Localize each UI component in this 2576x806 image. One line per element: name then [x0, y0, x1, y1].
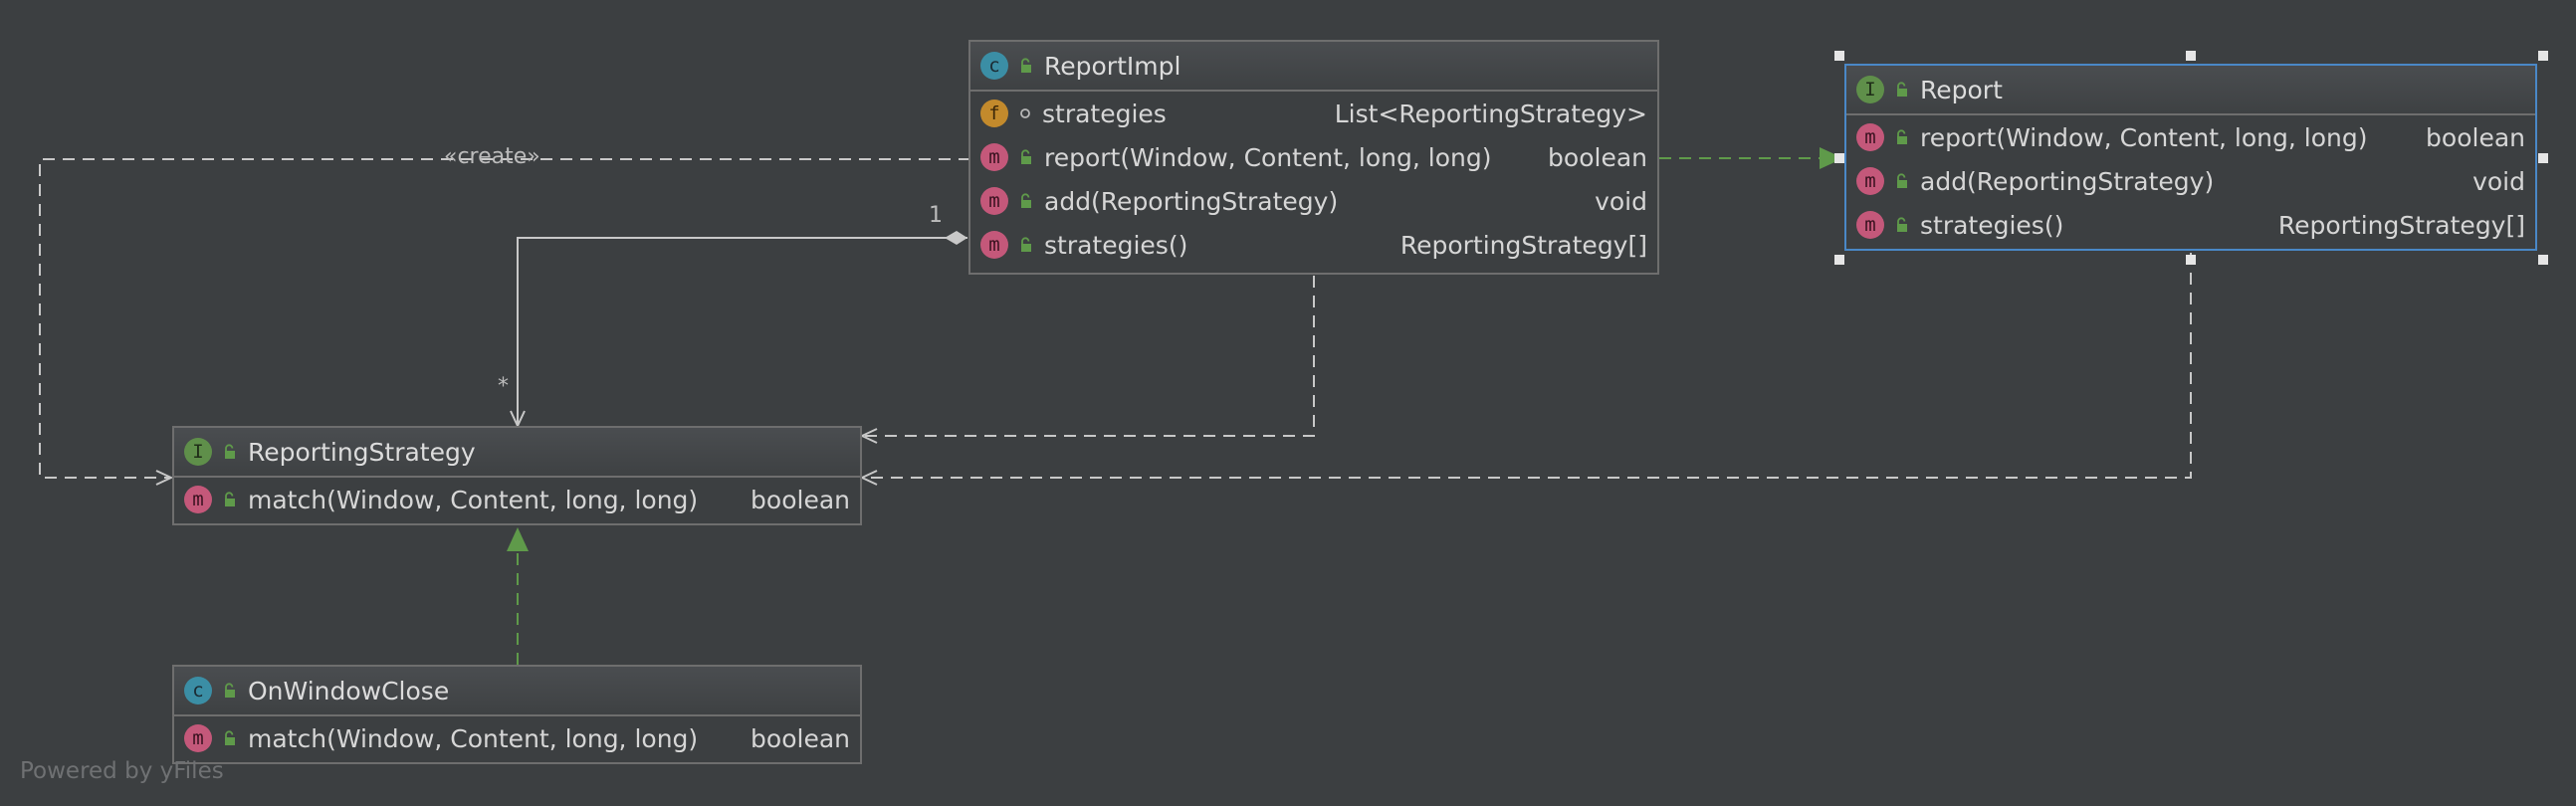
public-lock-icon	[1021, 193, 1031, 208]
member-type: void	[2472, 166, 2525, 196]
selection-handle[interactable]	[2186, 255, 2196, 265]
member-name: report(Window, Content, long, long)	[1920, 122, 2368, 152]
class-node-reportimpl[interactable]: c ReportImpl f strategies List<ReportingStra…	[968, 40, 1659, 275]
method-row[interactable]: m report(Window, Content, long, long) bool…	[970, 135, 1657, 179]
member-name: strategies()	[1044, 230, 1188, 260]
interface-badge-icon: I	[1856, 76, 1884, 103]
public-lock-icon	[1897, 82, 1907, 97]
method-row[interactable]: m match(Window, Content, long, long) boole…	[174, 716, 860, 760]
member-type: List<ReportingStrategy>	[1334, 99, 1647, 128]
node-title: ReportImpl	[1044, 51, 1181, 81]
member-name: match(Window, Content, long, long)	[248, 723, 699, 753]
class-badge-icon: c	[980, 52, 1008, 80]
member-type: boolean	[2426, 122, 2525, 152]
reportimpl-to-strategy-dependency-edge	[862, 276, 1315, 436]
method-badge-icon: m	[1856, 123, 1884, 151]
member-type: boolean	[751, 723, 850, 753]
selection-handle[interactable]	[1834, 51, 1844, 61]
selection-handle[interactable]	[2538, 51, 2548, 61]
public-lock-icon	[225, 730, 235, 745]
node-title: Report	[1920, 75, 2003, 104]
node-header[interactable]: c OnWindowClose	[174, 667, 860, 716]
member-name: add(ReportingStrategy)	[1044, 186, 1339, 216]
interface-node-report[interactable]: I Report m report(Window, Content, long, lo…	[1844, 64, 2537, 251]
multiplicity-many-label: *	[498, 374, 509, 399]
method-row[interactable]: m strategies() ReportingStrategy[]	[970, 223, 1657, 267]
interface-badge-icon: I	[184, 438, 212, 466]
method-badge-icon: m	[1856, 211, 1884, 239]
method-row[interactable]: m match(Window, Content, long, long) boole…	[174, 478, 860, 521]
powered-by-footer: Powered by yFiles	[20, 758, 224, 784]
method-row[interactable]: m add(ReportingStrategy) void	[1846, 159, 2535, 203]
package-private-icon	[1020, 108, 1030, 118]
method-row[interactable]: m report(Window, Content, long, long) bool…	[1846, 115, 2535, 159]
public-lock-icon	[225, 683, 235, 698]
method-badge-icon: m	[980, 231, 1008, 259]
member-type: ReportingStrategy[]	[1399, 230, 1647, 260]
node-header[interactable]: I ReportingStrategy	[174, 428, 860, 478]
composition-edge	[518, 238, 967, 426]
interface-node-reportingstrategy[interactable]: I ReportingStrategy m match(Window, Content…	[172, 426, 862, 525]
member-name: match(Window, Content, long, long)	[248, 485, 699, 514]
public-lock-icon	[1897, 217, 1907, 232]
selection-handle[interactable]	[2538, 153, 2548, 163]
member-name: add(ReportingStrategy)	[1920, 166, 2215, 196]
public-lock-icon	[1021, 237, 1031, 252]
selection-handle[interactable]	[2186, 51, 2196, 61]
field-badge-icon: f	[980, 100, 1008, 127]
selection-handle[interactable]	[2538, 255, 2548, 265]
method-badge-icon: m	[184, 486, 212, 513]
method-badge-icon: m	[184, 724, 212, 752]
member-name: strategies	[1042, 99, 1167, 128]
member-name: strategies()	[1920, 210, 2064, 240]
method-badge-icon: m	[980, 143, 1008, 171]
node-header[interactable]: c ReportImpl	[970, 42, 1657, 92]
class-node-onwindowclose[interactable]: c OnWindowClose m match(Window, Content, lo…	[172, 665, 862, 764]
method-badge-icon: m	[1856, 167, 1884, 195]
field-row[interactable]: f strategies List<ReportingStrategy>	[970, 92, 1657, 135]
public-lock-icon	[1897, 173, 1907, 188]
method-row[interactable]: m strategies() ReportingStrategy[]	[1846, 203, 2535, 247]
selection-handle[interactable]	[1834, 153, 1844, 163]
member-type: void	[1595, 186, 1647, 216]
method-row[interactable]: m add(ReportingStrategy) void	[970, 179, 1657, 223]
report-to-strategy-dependency-edge	[862, 253, 2192, 478]
multiplicity-one-label: 1	[929, 203, 943, 228]
public-lock-icon	[225, 444, 235, 459]
node-title: ReportingStrategy	[248, 437, 476, 467]
create-stereotype-label: «create»	[444, 144, 540, 169]
member-type: boolean	[751, 485, 850, 514]
node-title: OnWindowClose	[248, 676, 450, 705]
public-lock-icon	[1021, 58, 1031, 73]
public-lock-icon	[225, 492, 235, 506]
public-lock-icon	[1897, 129, 1907, 144]
node-header[interactable]: I Report	[1846, 66, 2535, 115]
method-badge-icon: m	[980, 187, 1008, 215]
class-badge-icon: c	[184, 677, 212, 705]
selection-handle[interactable]	[1834, 255, 1844, 265]
member-name: report(Window, Content, long, long)	[1044, 142, 1492, 172]
public-lock-icon	[1021, 149, 1031, 164]
member-type: boolean	[1548, 142, 1647, 172]
member-type: ReportingStrategy[]	[2277, 210, 2525, 240]
